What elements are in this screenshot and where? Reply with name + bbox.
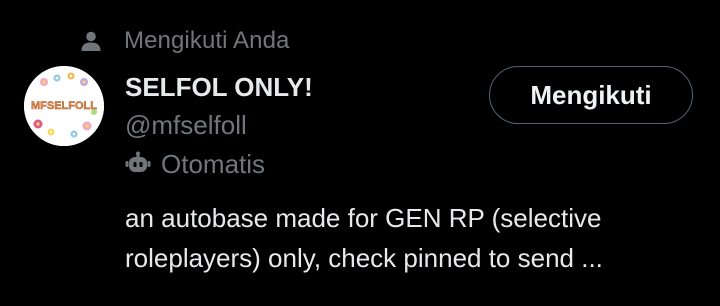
avatar[interactable]: MFSELFOLL — [24, 66, 104, 146]
user-cell[interactable]: Mengikuti Anda MFSELFOLL SELFOL ONLY! @m… — [0, 0, 720, 306]
display-name[interactable]: SELFOL ONLY! — [125, 72, 313, 103]
user-bio: an autobase made for GEN RP (selective r… — [125, 198, 705, 278]
following-button[interactable]: Mengikuti — [489, 66, 693, 124]
avatar-logo-text: MFSELFOLL — [31, 100, 97, 112]
person-icon — [80, 30, 102, 52]
avatar-logo: MFSELFOLL — [24, 66, 104, 146]
bot-icon — [125, 151, 151, 177]
follows-you-text: Mengikuti Anda — [124, 27, 290, 54]
follows-you-context: Mengikuti Anda — [80, 26, 290, 56]
automated-label[interactable]: Otomatis — [125, 148, 265, 180]
user-handle[interactable]: @mfselfoll — [125, 110, 247, 141]
bio-line: roleplayers) only, check pinned to send … — [125, 243, 603, 273]
automated-text: Otomatis — [161, 148, 266, 179]
bio-line: an autobase made for GEN RP (selective — [125, 203, 602, 233]
